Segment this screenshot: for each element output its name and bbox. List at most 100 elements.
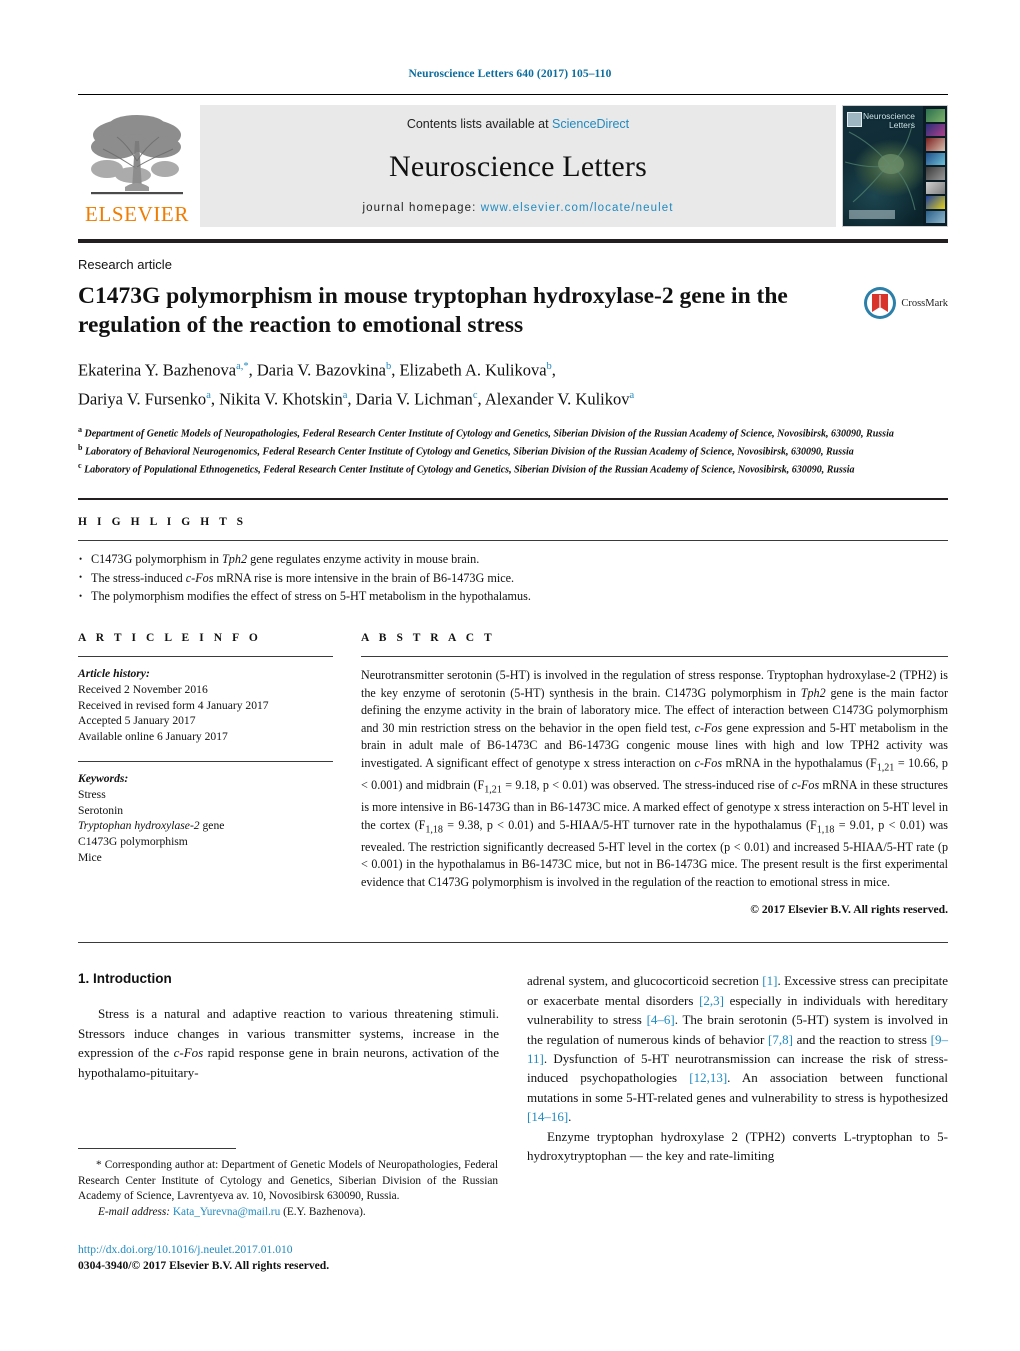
affiliation-mark: b [78, 442, 83, 452]
article-history-heading: Article history: [78, 666, 150, 680]
corresponding-author-star[interactable]: * [243, 361, 248, 372]
highlight-text: The polymorphism modifies the effect of … [91, 589, 531, 604]
homepage-label: journal homepage: [362, 202, 481, 214]
article-info-label: A R T I C L E I N F O [78, 631, 262, 644]
email-owner: (E.Y. Bazhenova). [283, 1205, 366, 1218]
journal-cover-thumbnail: Neuroscience Letters [842, 105, 948, 227]
section-heading-introduction: 1. Introduction [78, 971, 172, 987]
author-affiliation-mark: a [206, 389, 211, 401]
elsevier-logo: ELSEVIER [78, 105, 196, 227]
header-divider [78, 239, 948, 243]
footnote-rule [78, 1148, 236, 1149]
email-note: E-mail address: Kata_Yurevna@mail.ru (E.… [78, 1205, 498, 1221]
article-type-kicker: Research article [78, 257, 172, 272]
abstract-bottom-rule [78, 942, 948, 944]
keyword-item: C1473G polymorphism [78, 835, 188, 849]
affiliation-list: a Department of Genetic Models of Neurop… [78, 423, 948, 476]
author-name: Alexander V. Kulikov [484, 389, 630, 408]
author-list: Ekaterina Y. Bazhenovaa,*, Daria V. Bazo… [78, 354, 948, 411]
footnote-star: * [96, 1159, 102, 1171]
homepage-url[interactable]: www.elsevier.com/locate/neulet [481, 202, 674, 214]
history-item: Accepted 5 January 2017 [78, 714, 196, 728]
paragraph: adrenal system, and glucocorticoid secre… [527, 973, 949, 1125]
list-item: The stress-induced c-Fos mRNA rise is mo… [78, 568, 948, 588]
abstract-column: A B S T R A C T Neurotransmitter seroton… [361, 632, 948, 916]
contents-available-line: Contents lists available at ScienceDirec… [407, 117, 629, 131]
history-item: Available online 6 January 2017 [78, 730, 228, 744]
body-columns: 1. Introduction Stress is a natural and … [78, 971, 948, 1165]
cover-thumbnail-strip [923, 106, 947, 226]
abstract-rule [361, 655, 948, 657]
affiliation-mark: a [78, 425, 82, 434]
doi-link[interactable]: http://dx.doi.org/10.1016/j.neulet.2017.… [78, 1242, 498, 1258]
paragraph: Enzyme tryptophan hydroxylase 2 (TPH2) c… [527, 1128, 948, 1163]
author-name: Ekaterina Y. Bazhenova [78, 360, 237, 380]
running-head: Neuroscience Letters 640 (2017) 105–110 [408, 68, 612, 80]
cover-cell [925, 109, 945, 122]
keyword-item: Tryptophan hydroxylase-2 gene [78, 819, 225, 833]
cover-cell [925, 181, 945, 194]
author-affiliation-mark: b [385, 361, 392, 372]
crossmark-label: CrossMark [901, 297, 948, 309]
cover-publisher-mark-icon [847, 112, 862, 127]
body-left-column: 1. Introduction Stress is a natural and … [78, 971, 499, 1165]
journal-name: Neuroscience Letters [388, 149, 648, 183]
highlight-text: C1473G polymorphism in Tph2 gene regulat… [91, 552, 480, 567]
abstract-label: A B S T R A C T [361, 631, 496, 644]
author-name: Daria V. Lichman [355, 389, 473, 408]
corresponding-author-note: * Corresponding author at: Department of… [78, 1158, 498, 1205]
author-affiliation-mark: a [342, 389, 348, 401]
highlight-text: The stress-induced c-Fos mRNA rise is mo… [91, 570, 515, 585]
issn-copyright-line: 0304-3940/© 2017 Elsevier B.V. All right… [78, 1259, 330, 1273]
affiliation-text: Department of Genetic Models of Neuropat… [84, 428, 894, 440]
keywords-rule [78, 760, 333, 762]
sciencedirect-link[interactable]: ScienceDirect [552, 117, 629, 131]
doi-block: http://dx.doi.org/10.1016/j.neulet.2017.… [78, 1242, 498, 1274]
journal-homepage-line: journal homepage: www.elsevier.com/locat… [362, 202, 673, 214]
author-affiliation-mark: a [629, 389, 635, 401]
author-affiliation-mark: b [546, 361, 552, 372]
keyword-item: Stress [78, 787, 106, 801]
email-label: E-mail address: [98, 1205, 171, 1218]
paper-page: Neuroscience Letters 640 (2017) 105–110 [0, 0, 1020, 1351]
highlights-list: C1473G polymorphism in Tph2 gene regulat… [78, 550, 948, 606]
elsevier-tree-icon [91, 115, 183, 195]
contents-prefix: Contents lists available at [406, 117, 553, 131]
list-item: C1473G polymorphism in Tph2 gene regulat… [78, 550, 948, 569]
page-title: C1473G polymorphism in mouse tryptophan … [78, 283, 788, 338]
affiliation-item: a Department of Genetic Models of Neurop… [78, 423, 948, 441]
paragraph: Stress is a natural and adaptive reactio… [78, 1006, 500, 1080]
history-item: Received in revised form 4 January 2017 [78, 698, 269, 712]
crossmark-icon [864, 287, 897, 319]
author-name: Dariya V. Fursenko [78, 389, 207, 408]
crossmark-badge[interactable]: CrossMark [863, 286, 948, 320]
highlights-top-rule [78, 498, 948, 501]
banner-center: Contents lists available at ScienceDirec… [200, 105, 836, 227]
author-name: Nikita V. Khotskin [219, 389, 343, 408]
highlights-label: H I G H L I G H T S [78, 516, 247, 529]
cover-title: Neuroscience Letters [863, 111, 915, 130]
info-abstract-grid: A R T I C L E I N F O Article history: R… [78, 632, 948, 916]
author-line-2: Dariya V. Fursenkoa, Nikita V. Khotskina… [78, 389, 635, 408]
keywords-block: Keywords: Stress Serotonin Tryptophan hy… [78, 771, 333, 866]
history-item: Received 2 November 2016 [78, 682, 208, 696]
article-header: Research article C1473G polymorphism in … [78, 257, 948, 916]
email-link[interactable]: Kata_Yurevna@mail.ru [173, 1206, 280, 1218]
cover-cell [925, 138, 945, 151]
copyright-line: © 2017 Elsevier B.V. All rights reserved… [750, 903, 948, 917]
author-affiliation-mark: c [472, 389, 478, 401]
cover-cell [925, 210, 945, 223]
body-right-column: adrenal system, and glucocorticoid secre… [527, 971, 948, 1165]
affiliation-mark: c [78, 460, 82, 470]
title-row: C1473G polymorphism in mouse tryptophan … [78, 282, 948, 340]
list-item: The polymorphism modifies the effect of … [78, 587, 948, 606]
keyword-item: Mice [78, 850, 102, 864]
keywords-heading: Keywords: [78, 771, 129, 785]
affiliation-item: c Laboratory of Populational Ethnogeneti… [78, 459, 948, 477]
author-line-1: Ekaterina Y. Bazhenovaa,*, Daria V. Bazo… [78, 360, 556, 380]
elsevier-wordmark: ELSEVIER [85, 202, 189, 226]
article-info-rule [78, 655, 333, 657]
journal-banner: ELSEVIER Contents lists available at Sci… [78, 94, 948, 227]
highlights-rule [78, 540, 948, 542]
cover-cell [925, 152, 945, 165]
